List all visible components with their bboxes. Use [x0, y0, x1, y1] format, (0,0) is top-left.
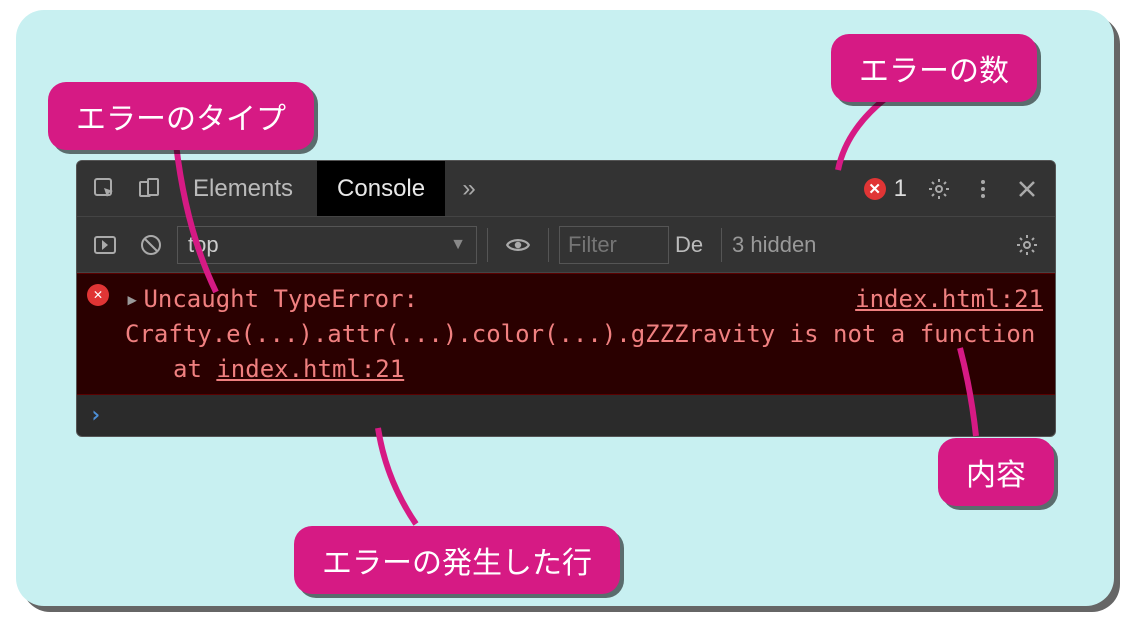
callout-error-count: エラーの数 [831, 34, 1037, 102]
callout-error-line: エラーの発生した行 [294, 526, 620, 594]
callout-error-type: エラーのタイプ [48, 82, 314, 150]
callout-content: 内容 [938, 438, 1054, 506]
background-panel: Elements Console » ✕ 1 [16, 10, 1114, 606]
